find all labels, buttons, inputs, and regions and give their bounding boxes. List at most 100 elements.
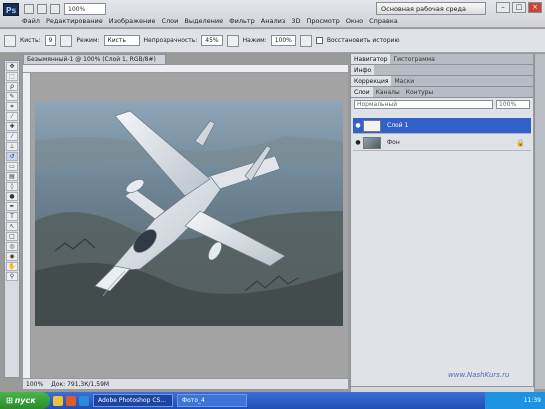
layer-thumbnail — [363, 119, 381, 132]
adjustments-panel-tabs: Коррекция Маски — [351, 76, 533, 87]
task-photoshop[interactable]: Adobe Photoshop CS... — [93, 394, 173, 407]
eraser-tool-icon[interactable]: ▭ — [6, 162, 18, 171]
menu-analysis[interactable]: Анализ — [261, 17, 286, 25]
history-brush-tool-icon[interactable]: ↺ — [6, 152, 18, 161]
layer-row[interactable]: ● Фон 🔒 — [353, 135, 531, 151]
status-bar: 100% Док: 791,3К/1,59М — [23, 378, 348, 389]
eyedropper-tool-icon[interactable]: ⁄ — [6, 112, 18, 121]
airbrush-icon[interactable] — [299, 34, 312, 47]
layer-name[interactable]: Слой 1 — [387, 122, 408, 129]
status-zoom[interactable]: 100% — [26, 381, 43, 388]
3d-rotate-tool-icon[interactable]: ◎ — [6, 242, 18, 251]
tab-layers[interactable]: Слои — [351, 87, 373, 97]
menu-file[interactable]: Файл — [22, 17, 40, 25]
app-bar-tools — [24, 4, 60, 14]
view-extras-icon[interactable] — [50, 4, 60, 14]
media-player-icon[interactable] — [66, 395, 76, 406]
quick-select-tool-icon[interactable]: ✎ — [6, 92, 18, 101]
menu-filter[interactable]: Фильтр — [229, 17, 255, 25]
zoom-tool-icon[interactable]: ⚲ — [6, 272, 18, 281]
app-zoom-select[interactable]: 100% — [64, 3, 106, 15]
horizontal-ruler[interactable] — [23, 65, 348, 73]
layer-controls: Нормальный 100% — [351, 98, 533, 111]
menu-select[interactable]: Выделение — [184, 17, 223, 25]
tab-adjustments[interactable]: Коррекция — [351, 76, 392, 86]
menu-layer[interactable]: Слои — [161, 17, 178, 25]
tab-masks[interactable]: Маски — [391, 76, 417, 86]
workspace-switcher[interactable]: Основная рабочая среда — [376, 2, 486, 15]
menu-bar: Файл Редактирование Изображение Слои Выд… — [22, 17, 398, 25]
task-photo[interactable]: Фото_4 — [177, 394, 247, 407]
start-button[interactable]: ⊞ пуск — [0, 392, 50, 409]
fighter-jet-image — [35, 101, 343, 326]
blur-tool-icon[interactable]: ◊ — [6, 182, 18, 191]
move-tool-icon[interactable]: ✥ — [6, 62, 18, 71]
flow-field[interactable]: 100% — [270, 35, 296, 46]
layer-name[interactable]: Фон — [387, 139, 400, 146]
layer-row[interactable]: ● Слой 1 — [353, 118, 531, 134]
layer-opacity-field[interactable]: 100% — [496, 100, 530, 109]
lock-icon: 🔒 — [516, 138, 525, 147]
eye-icon[interactable]: ● — [353, 122, 363, 129]
menu-help[interactable]: Справка — [369, 17, 398, 25]
tab-navigator[interactable]: Навигатор — [351, 54, 391, 64]
menu-view[interactable]: Просмотр — [306, 17, 339, 25]
dodge-tool-icon[interactable]: ● — [6, 192, 18, 201]
menu-window[interactable]: Окно — [346, 17, 363, 25]
menu-3d[interactable]: 3D — [291, 17, 300, 25]
layer-thumbnail — [363, 136, 381, 149]
blend-mode-select[interactable]: Нормальный — [354, 100, 493, 109]
pressure-opacity-icon[interactable] — [226, 34, 239, 47]
canvas-photo[interactable] — [35, 101, 343, 326]
windows-logo-icon: ⊞ — [6, 396, 13, 405]
lasso-tool-icon[interactable]: ρ — [6, 82, 18, 91]
bridge-icon[interactable] — [24, 4, 34, 14]
path-select-tool-icon[interactable]: ↖ — [6, 222, 18, 231]
clone-stamp-tool-icon[interactable]: ⊥ — [6, 142, 18, 151]
mode-select[interactable]: Кисть — [103, 35, 140, 46]
history-checkbox[interactable] — [315, 37, 323, 44]
start-label: пуск — [14, 396, 36, 405]
document-tab[interactable]: Безымянный-1 @ 100% (Слой 1, RGB/8#) — [23, 54, 166, 65]
shape-tool-icon[interactable]: □ — [6, 232, 18, 241]
marquee-tool-icon[interactable]: ⬚ — [6, 72, 18, 81]
browser-icon[interactable] — [79, 395, 89, 406]
tab-paths[interactable]: Контуры — [403, 87, 436, 97]
history-brush-tool-icon[interactable] — [4, 34, 16, 47]
crop-tool-icon[interactable]: ⌗ — [6, 102, 18, 111]
explorer-icon[interactable] — [53, 395, 63, 406]
vertical-ruler[interactable] — [23, 73, 31, 378]
photoshop-logo-icon: Ps — [3, 3, 19, 16]
flow-label: Нажим: — [242, 37, 267, 44]
menu-edit[interactable]: Редактирование — [46, 17, 103, 25]
brush-tool-icon[interactable]: ⁄ — [6, 132, 18, 141]
layers-panel: Нормальный 100% ● Слой 1 ● Фон 🔒 — [351, 98, 534, 398]
navigator-panel-tabs: Навигатор Гистограмма — [351, 54, 533, 65]
type-tool-icon[interactable]: T — [6, 212, 18, 221]
window-controls: – □ × — [496, 2, 542, 13]
healing-tool-icon[interactable]: ✚ — [6, 122, 18, 131]
layers-panel-tabs: Слои Каналы Контуры — [351, 87, 533, 98]
menu-image[interactable]: Изображение — [109, 17, 156, 25]
opacity-field[interactable]: 45% — [201, 35, 223, 46]
title-bar: Ps 100% Файл Редактирование Изображение … — [0, 0, 545, 28]
3d-orbit-tool-icon[interactable]: ◉ — [6, 252, 18, 261]
eye-icon[interactable]: ● — [353, 139, 363, 146]
gradient-tool-icon[interactable]: ▤ — [6, 172, 18, 181]
tab-info[interactable]: Инфо — [351, 65, 375, 75]
toolbox: ✥ ⬚ ρ ✎ ⌗ ⁄ ✚ ⁄ ⊥ ↺ ▭ ▤ ◊ ● ✒ T ↖ □ ◎ ◉ … — [4, 60, 20, 378]
pen-tool-icon[interactable]: ✒ — [6, 202, 18, 211]
tab-channels[interactable]: Каналы — [373, 87, 403, 97]
minimize-icon[interactable]: – — [496, 2, 510, 13]
hand-tool-icon[interactable]: ✋ — [6, 262, 18, 271]
maximize-icon[interactable]: □ — [512, 2, 526, 13]
minibridge-icon[interactable] — [37, 4, 47, 14]
close-icon[interactable]: × — [528, 2, 542, 13]
watermark: www.NashKurs.ru — [448, 371, 510, 379]
tab-histogram[interactable]: Гистограмма — [390, 54, 437, 64]
opacity-label: Непрозрачность: — [143, 37, 198, 44]
clock[interactable]: 11:39 — [524, 397, 541, 404]
brush-size-picker[interactable]: 9 — [44, 35, 57, 46]
collapsed-panel-strip[interactable] — [534, 54, 545, 389]
brush-panel-toggle-icon[interactable] — [60, 34, 73, 47]
